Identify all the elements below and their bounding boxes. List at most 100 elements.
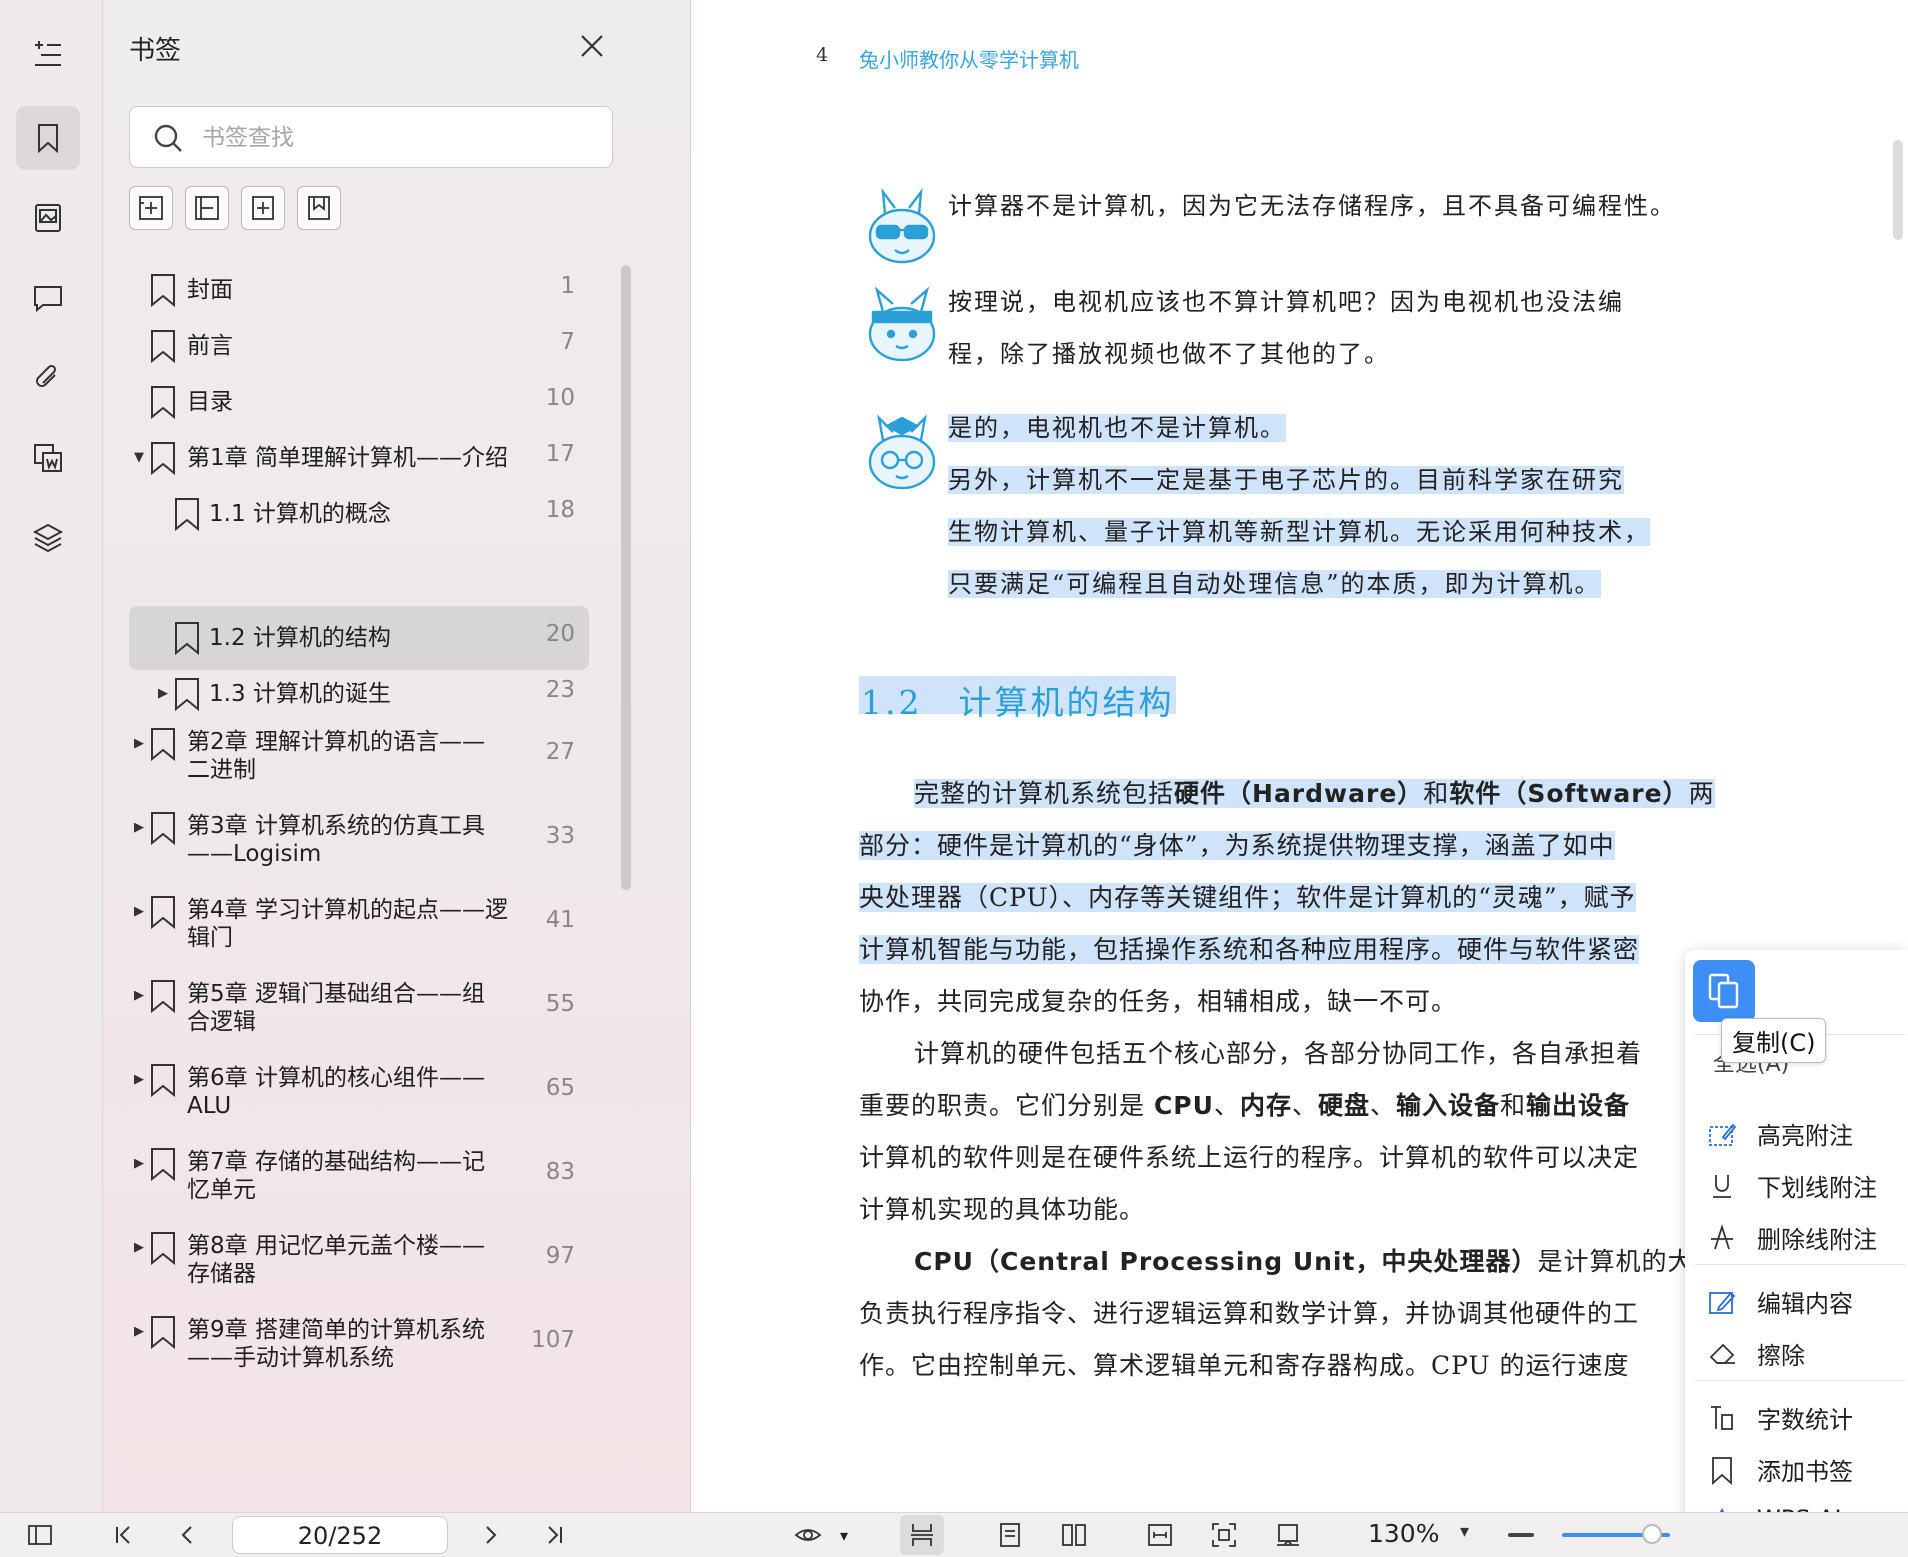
bookmark-item[interactable]: 前言 7 [129,314,589,378]
panel-scrollbar[interactable] [621,265,631,890]
selection-context-menu: 复制(C) 全选(A) 高亮附注 下划线附注 删除线附注 编辑内容 擦除 字数统… [1685,950,1908,1556]
comment-icon[interactable] [16,266,80,330]
single-page-button[interactable] [994,1519,1026,1551]
expand-arrow-icon[interactable]: ▶ [134,905,148,919]
bookmark-item[interactable]: 目录 10 [129,370,589,434]
selected-text[interactable]: 完整的计算机系统包括硬件（Hardware）和软件（Software）两 [914,779,1715,808]
expand-arrow-icon[interactable]: ▶ [158,687,172,701]
bookmark-item[interactable]: ▼ 第1章 简单理解计算机——介绍 17 [129,426,589,490]
word-count-item[interactable]: 字数统计 [1707,1400,1853,1435]
bookmark-item[interactable]: ▶ 第2章 理解计算机的语言—— 二进制 27 [129,717,589,797]
selected-text[interactable]: 生物计算机、量子计算机等新型计算机。无论采用何种技术， [948,518,1650,546]
next-page-button[interactable] [474,1519,506,1551]
zoom-dropdown-icon[interactable]: ▾ [1460,1521,1469,1542]
expand-all-icon [139,196,163,220]
bookmark-page: 97 [545,1243,575,1269]
zoom-out-button[interactable] [1508,1533,1534,1537]
convert-word-icon[interactable] [16,426,80,490]
expand-arrow-icon[interactable]: ▶ [134,1073,148,1087]
bookmark-item[interactable]: ▶ 第4章 学习计算机的起点——逻 辑门 41 [129,885,589,965]
copy-button[interactable] [1693,960,1755,1022]
section-heading[interactable]: 1.2 计算机的结构 [859,676,1177,722]
bookmark-search-input[interactable] [200,119,594,157]
two-page-button[interactable] [1058,1519,1090,1551]
bookmark-icon [151,330,175,363]
outline-toggle-icon[interactable] [16,22,80,86]
rotate-page-button[interactable] [1272,1519,1304,1551]
bookmark-icon [151,442,175,475]
body-text: 计算机实现的具体功能。 [859,1195,1146,1224]
bookmark-icon [175,622,199,655]
add-bookmark-button[interactable] [241,186,285,230]
bookmark-item[interactable]: ▶ 第5章 逻辑门基础组合——组 合逻辑 55 [129,969,589,1049]
collapse-all-button[interactable] [185,186,229,230]
selected-text[interactable]: 另外，计算机不一定是基于电子芯片的。目前科学家在研究 [948,466,1624,494]
highlight-note-item[interactable]: 高亮附注 [1707,1116,1853,1151]
zoom-level[interactable]: 130% [1368,1519,1439,1548]
search-icon [154,124,182,152]
chevron-down-icon[interactable]: ▾ [828,1519,860,1551]
copy-tooltip: 复制(C) [1721,1018,1827,1063]
previous-page-button[interactable] [172,1519,204,1551]
bookmark-label-line2: 合逻辑 [187,1009,256,1035]
strikethrough-note-item[interactable]: 删除线附注 [1707,1220,1877,1255]
bookmark-item[interactable]: 封面 1 [129,262,589,322]
bookmark-panel-icon[interactable] [16,106,80,170]
close-icon[interactable] [576,30,608,62]
strikethrough-icon [1711,1223,1733,1249]
bookmark-page: 17 [545,441,575,467]
bookmark-icon [151,896,175,929]
bookmark-item[interactable]: ▶ 第9章 搭建简单的计算机系统 ——手动计算机系统 107 [129,1305,589,1385]
bookmark-label-line1: 第6章 计算机的核心组件—— [187,1065,485,1091]
status-bar: 20/252 ▾ 130% ▾ [0,1512,1908,1557]
fit-width-button[interactable] [1144,1519,1176,1551]
attachment-icon[interactable] [16,346,80,410]
first-page-button[interactable] [108,1519,140,1551]
bookmark-item[interactable]: ▶ 第7章 存储的基础结构——记 忆单元 83 [129,1137,589,1217]
body-text: 计算机的硬件包括五个核心部分，各部分协同工作，各自承担着 [914,1039,1643,1068]
bookmark-page: 20 [545,621,575,647]
add-bookmark-item[interactable]: 添加书签 [1707,1452,1853,1487]
bookmark-page: 83 [545,1159,575,1185]
view-mode-button[interactable] [792,1519,824,1551]
fit-page-button[interactable] [1208,1519,1240,1551]
bookmark-icon [151,386,175,419]
document-scrollbar[interactable] [1893,140,1903,240]
bookmark-icon [151,1232,175,1265]
layers-icon[interactable] [16,506,80,570]
expand-arrow-icon[interactable]: ▶ [134,1325,148,1339]
expand-arrow-icon[interactable]: ▶ [134,1157,148,1171]
bookmark-item[interactable]: ▶ 第3章 计算机系统的仿真工具 ——Logisim 33 [129,801,589,881]
selected-text[interactable]: 央处理器（CPU）、内存等关键组件；软件是计算机的“灵魂”，赋予 [859,883,1636,912]
bookmark-icon [1712,1456,1732,1485]
expand-all-button[interactable] [129,186,173,230]
continuous-scroll-button[interactable] [900,1515,944,1555]
thumbnail-icon[interactable] [16,186,80,250]
last-page-button[interactable] [538,1519,570,1551]
page-indicator-input[interactable]: 20/252 [232,1516,448,1554]
expand-arrow-icon[interactable]: ▶ [134,821,148,835]
eye-icon [794,1529,822,1541]
bookmark-page: 27 [545,739,575,765]
edit-content-item[interactable]: 编辑内容 [1707,1284,1853,1319]
expand-arrow-icon[interactable]: ▶ [134,989,148,1003]
selected-text[interactable]: 只要满足“可编程且自动处理信息”的本质，即为计算机。 [948,570,1601,598]
chevron-left-icon [181,1526,192,1544]
sidebar-toggle-button[interactable] [24,1519,56,1551]
bookmark-item[interactable]: 1.1 计算机的概念 18 [129,482,589,546]
bookmark-item[interactable]: ▶ 第8章 用记忆单元盖个楼—— 存储器 97 [129,1221,589,1301]
expand-arrow-icon[interactable]: ▶ [134,737,148,751]
bookmark-label-line2: ALU [187,1093,232,1119]
selected-text[interactable]: 是的，电视机也不是计算机。 [948,414,1286,442]
erase-item[interactable]: 擦除 [1707,1336,1805,1371]
underline-note-item[interactable]: 下划线附注 [1707,1168,1877,1203]
bookmark-flag-button[interactable] [297,186,341,230]
selected-text[interactable]: 部分：硬件是计算机的“身体”，为系统提供物理支撑，涵盖了如中 [859,831,1615,860]
body-text: 计算机的软件则是在硬件系统上运行的程序。计算机的软件可以决定 [859,1143,1640,1172]
collapse-arrow-icon[interactable]: ▼ [134,451,148,465]
expand-arrow-icon[interactable]: ▶ [134,1241,148,1255]
selected-text[interactable]: 计算机智能与功能，包括操作系统和各种应用程序。硬件与软件紧密 [859,935,1640,964]
bookmark-item[interactable]: ▶ 第6章 计算机的核心组件—— ALU 65 [129,1053,589,1133]
bookmark-item-selected[interactable]: 1.2 计算机的结构 20 [129,606,589,670]
zoom-slider-handle[interactable] [1641,1524,1662,1544]
